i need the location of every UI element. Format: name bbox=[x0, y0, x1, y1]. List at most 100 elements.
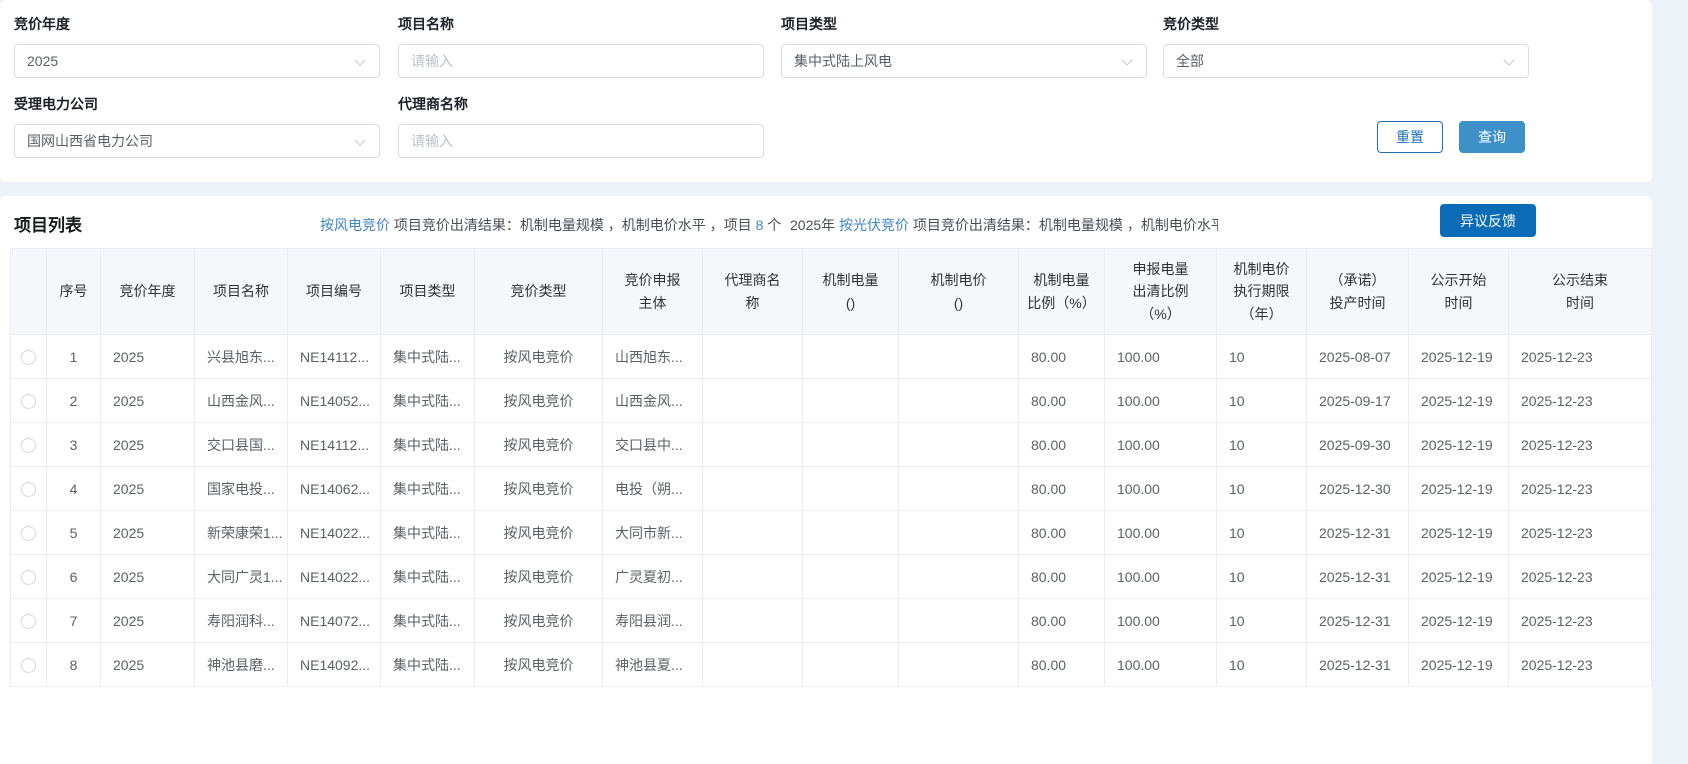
cell-project-type: 集中式陆... bbox=[381, 379, 475, 423]
cell-qty-ratio: 80.00 bbox=[1019, 511, 1105, 555]
bid-type-select[interactable]: 全部 bbox=[1163, 44, 1529, 78]
row-radio-cell bbox=[11, 643, 47, 687]
cell-bid-year: 2025 bbox=[101, 379, 195, 423]
cell-agent-name bbox=[703, 599, 803, 643]
header-agent-name: 代理商名 称 bbox=[703, 249, 803, 335]
cell-mechanism-price bbox=[899, 335, 1019, 379]
cell-publicity-end: 2025-12-23 bbox=[1509, 467, 1652, 511]
header-project-name: 项目名称 bbox=[195, 249, 288, 335]
header-seq: 序号 bbox=[47, 249, 101, 335]
row-radio-button[interactable] bbox=[21, 482, 36, 497]
row-radio-cell bbox=[11, 379, 47, 423]
pv-bid-link[interactable]: 按光伏竞价 bbox=[839, 217, 909, 233]
cell-project-code: NE14092... bbox=[288, 643, 381, 687]
cell-agent-name bbox=[703, 335, 803, 379]
row-radio-button[interactable] bbox=[21, 658, 36, 673]
cell-project-code: NE14062... bbox=[288, 467, 381, 511]
cell-price-term: 10 bbox=[1217, 335, 1307, 379]
cell-publicity-end: 2025-12-23 bbox=[1509, 379, 1652, 423]
cell-publicity-end: 2025-12-23 bbox=[1509, 511, 1652, 555]
cell-publicity-end: 2025-12-23 bbox=[1509, 335, 1652, 379]
cell-project-name: 交口县国... bbox=[195, 423, 288, 467]
cell-project-code: NE14112... bbox=[288, 335, 381, 379]
table-row[interactable]: 5 2025 新荣康荣1... NE14022... 集中式陆... 按风电竞价… bbox=[11, 511, 1652, 555]
cell-mechanism-qty bbox=[803, 555, 899, 599]
bid-year-select[interactable]: 2025 bbox=[14, 44, 380, 78]
pv-bid-notice: 2025年 按光伏竞价 项目竞价出清结果：机制电量规模 ，机制电价水平 ，项 bbox=[790, 215, 1218, 235]
header-production-date: （承诺） 投产时间 bbox=[1307, 249, 1409, 335]
row-radio-button[interactable] bbox=[21, 438, 36, 453]
cell-price-term: 10 bbox=[1217, 467, 1307, 511]
row-radio-button[interactable] bbox=[21, 526, 36, 541]
cell-mechanism-price bbox=[899, 599, 1019, 643]
cell-qty-ratio: 80.00 bbox=[1019, 335, 1105, 379]
cell-mechanism-qty bbox=[803, 599, 899, 643]
reset-button[interactable]: 重置 bbox=[1377, 121, 1443, 153]
cell-seq: 3 bbox=[47, 423, 101, 467]
table-body: 1 2025 兴县旭东... NE14112... 集中式陆... 按风电竞价 … bbox=[11, 335, 1652, 687]
cell-bid-year: 2025 bbox=[101, 423, 195, 467]
cell-publicity-start: 2025-12-19 bbox=[1409, 467, 1509, 511]
project-type-label: 项目类型 bbox=[781, 14, 1147, 34]
project-table: 序号 竞价年度 项目名称 项目编号 项目类型 竞价类型 竞价申报 主体 代理商名… bbox=[10, 248, 1652, 687]
chevron-down-icon bbox=[1121, 54, 1132, 65]
power-company-value: 国网山西省电力公司 bbox=[27, 131, 153, 151]
row-radio-button[interactable] bbox=[21, 570, 36, 585]
row-radio-cell bbox=[11, 511, 47, 555]
cell-price-term: 10 bbox=[1217, 599, 1307, 643]
cell-project-type: 集中式陆... bbox=[381, 599, 475, 643]
cell-bid-subject: 神池县夏... bbox=[603, 643, 703, 687]
cell-project-name: 国家电投... bbox=[195, 467, 288, 511]
table-row[interactable]: 3 2025 交口县国... NE14112... 集中式陆... 按风电竞价 … bbox=[11, 423, 1652, 467]
table-row[interactable]: 4 2025 国家电投... NE14062... 集中式陆... 按风电竞价 … bbox=[11, 467, 1652, 511]
objection-feedback-button[interactable]: 异议反馈 bbox=[1440, 204, 1536, 237]
header-project-code: 项目编号 bbox=[288, 249, 381, 335]
cell-bid-subject: 寿阳县润... bbox=[603, 599, 703, 643]
header-qty-ratio: 机制电量 比例（%） bbox=[1019, 249, 1105, 335]
agent-name-label: 代理商名称 bbox=[398, 94, 764, 114]
cell-mechanism-qty bbox=[803, 379, 899, 423]
table-row[interactable]: 2 2025 山西金风... NE14052... 集中式陆... 按风电竞价 … bbox=[11, 379, 1652, 423]
cell-price-term: 10 bbox=[1217, 643, 1307, 687]
table-row[interactable]: 6 2025 大同广灵1... NE14022... 集中式陆... 按风电竞价… bbox=[11, 555, 1652, 599]
cell-project-type: 集中式陆... bbox=[381, 423, 475, 467]
pv-bid-year: 2025年 bbox=[790, 217, 835, 233]
cell-seq: 6 bbox=[47, 555, 101, 599]
cell-qty-ratio: 80.00 bbox=[1019, 599, 1105, 643]
row-radio-cell bbox=[11, 423, 47, 467]
wind-bid-result-text: 项目竞价出清结果：机制电量规模 ，机制电价水平 ，项目 bbox=[394, 217, 752, 233]
cell-mechanism-price bbox=[899, 643, 1019, 687]
filter-project-name: 项目名称 bbox=[398, 14, 764, 78]
table-row[interactable]: 1 2025 兴县旭东... NE14112... 集中式陆... 按风电竞价 … bbox=[11, 335, 1652, 379]
cell-clear-ratio: 100.00 bbox=[1105, 423, 1217, 467]
project-name-input[interactable] bbox=[398, 44, 764, 78]
filter-bid-type: 竞价类型 全部 bbox=[1163, 14, 1529, 78]
cell-publicity-start: 2025-12-19 bbox=[1409, 643, 1509, 687]
cell-bid-year: 2025 bbox=[101, 511, 195, 555]
header-bid-year: 竞价年度 bbox=[101, 249, 195, 335]
table-row[interactable]: 8 2025 神池县磨... NE14092... 集中式陆... 按风电竞价 … bbox=[11, 643, 1652, 687]
power-company-select[interactable]: 国网山西省电力公司 bbox=[14, 124, 380, 158]
agent-name-input[interactable] bbox=[398, 124, 764, 158]
cell-project-name: 神池县磨... bbox=[195, 643, 288, 687]
row-radio-button[interactable] bbox=[21, 350, 36, 365]
header-publicity-start: 公示开始 时间 bbox=[1409, 249, 1509, 335]
cell-agent-name bbox=[703, 423, 803, 467]
query-button[interactable]: 查询 bbox=[1459, 121, 1525, 153]
wind-bid-link[interactable]: 按风电竞价 bbox=[320, 217, 390, 233]
header-publicity-end: 公示结束 时间 bbox=[1509, 249, 1652, 335]
cell-mechanism-price bbox=[899, 467, 1019, 511]
cell-bid-subject: 广灵夏初... bbox=[603, 555, 703, 599]
cell-qty-ratio: 80.00 bbox=[1019, 643, 1105, 687]
filter-panel: 竞价年度 2025 项目名称 项目类型 集中式陆上风电 竞价类型 全部 受理电力… bbox=[0, 0, 1652, 182]
cell-bid-year: 2025 bbox=[101, 335, 195, 379]
chevron-down-icon bbox=[354, 134, 365, 145]
table-row[interactable]: 7 2025 寿阳润科... NE14072... 集中式陆... 按风电竞价 … bbox=[11, 599, 1652, 643]
row-radio-button[interactable] bbox=[21, 614, 36, 629]
row-radio-button[interactable] bbox=[21, 394, 36, 409]
cell-clear-ratio: 100.00 bbox=[1105, 555, 1217, 599]
project-type-value: 集中式陆上风电 bbox=[794, 51, 892, 71]
cell-mechanism-qty bbox=[803, 423, 899, 467]
row-radio-cell bbox=[11, 335, 47, 379]
project-type-select[interactable]: 集中式陆上风电 bbox=[781, 44, 1147, 78]
